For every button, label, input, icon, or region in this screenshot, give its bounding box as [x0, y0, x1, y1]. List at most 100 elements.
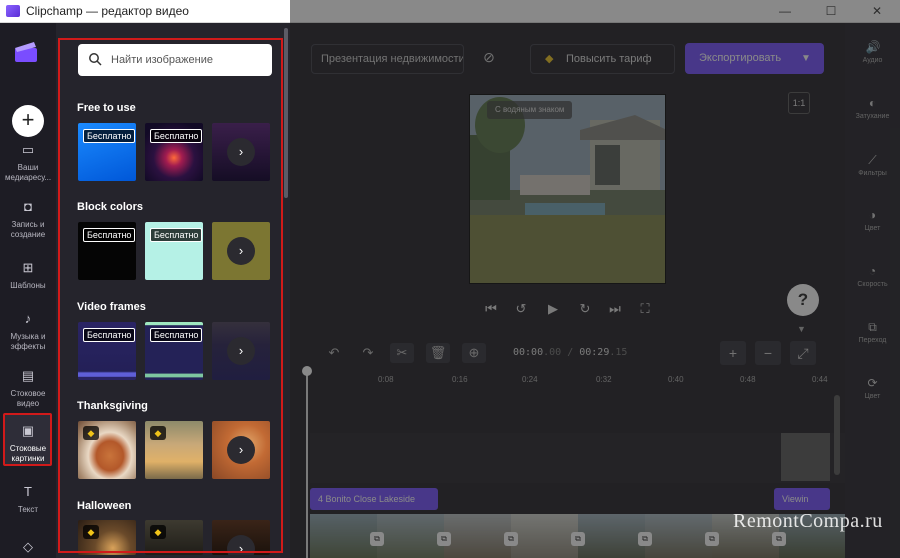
free-badge: Бесплатно: [83, 228, 136, 242]
prop-item-color-2[interactable]: ⟳ Цвет: [845, 376, 900, 400]
skip-back-icon[interactable]: ⏮: [480, 298, 502, 320]
zoom-in-button[interactable]: +: [720, 341, 746, 365]
fit-timeline-button[interactable]: ⤢: [790, 341, 816, 365]
speed-icon: ◔: [868, 264, 877, 278]
image-thumbnail[interactable]: ›: [212, 421, 270, 479]
fullscreen-icon[interactable]: ⛶: [634, 298, 656, 320]
image-thumbnail[interactable]: Бесплатно: [145, 123, 203, 181]
prop-item-audio[interactable]: 🔊 Аудио: [845, 40, 900, 64]
close-button[interactable]: ✕: [854, 0, 900, 23]
playhead[interactable]: [306, 367, 308, 558]
image-thumbnail[interactable]: Бесплатно: [78, 123, 136, 181]
image-thumbnail[interactable]: Бесплатно: [78, 222, 136, 280]
more-arrow-button[interactable]: ›: [227, 237, 255, 265]
image-thumbnail[interactable]: ›: [212, 520, 270, 555]
image-thumbnail[interactable]: Бесплатно: [145, 222, 203, 280]
prop-item-transition[interactable]: ⧉ Переход: [845, 320, 900, 344]
timeline-scrollbar[interactable]: [834, 395, 840, 475]
text-clip[interactable]: Viewin: [774, 488, 830, 510]
prop-item-filters[interactable]: ⟋ Фильтры: [845, 153, 900, 177]
section-title-block-colors: Block colors: [77, 201, 144, 213]
prop-item-label: Цвет: [864, 225, 881, 232]
play-icon[interactable]: ▶: [542, 298, 564, 320]
transition-handle-icon[interactable]: ⧉: [638, 532, 652, 546]
redo-icon[interactable]: ↷: [356, 343, 380, 363]
rail-item-text[interactable]: T Текст: [0, 485, 56, 515]
rail-item-shapes[interactable]: ◇: [0, 540, 56, 558]
project-name-field[interactable]: Презентация недвижимости: [311, 44, 464, 74]
prop-item-color[interactable]: ◑ Цвет: [845, 208, 900, 232]
more-arrow-button[interactable]: ›: [227, 535, 255, 555]
title-bar: Clipchamp — редактор видео — ☐ ✕: [0, 0, 900, 23]
window-title: Clipchamp — редактор видео: [26, 4, 189, 18]
upgrade-button[interactable]: ◆ Повысить тариф: [530, 44, 675, 74]
image-thumbnail[interactable]: ◆: [78, 520, 136, 555]
audio-icon: 🔊: [865, 40, 881, 54]
rail-item-stock-images[interactable]: ▣ Стоковые картинки: [0, 424, 56, 464]
image-thumbnail[interactable]: Бесплатно: [78, 322, 136, 380]
image-thumbnail[interactable]: Бесплатно: [145, 322, 203, 380]
image-thumbnail[interactable]: ◆: [78, 421, 136, 479]
playhead-handle[interactable]: [302, 366, 312, 376]
add-media-icon[interactable]: ⊕: [462, 343, 486, 363]
templates-icon: ⊞: [22, 260, 34, 275]
delete-icon[interactable]: 🗑: [426, 343, 450, 363]
fade-icon: ◐: [868, 96, 877, 110]
transition-handle-icon[interactable]: ⧉: [571, 532, 585, 546]
prop-item-label: Переход: [858, 337, 887, 344]
transition-handle-icon[interactable]: ⧉: [504, 532, 518, 546]
transition-handle-icon[interactable]: ⧉: [370, 532, 384, 546]
video-preview[interactable]: [469, 94, 666, 284]
add-media-button[interactable]: +: [12, 105, 44, 137]
prop-item-label: Фильтры: [858, 170, 887, 177]
prop-item-label: Скорость: [857, 281, 888, 288]
maximize-button[interactable]: ☐: [808, 0, 854, 23]
image-search-input[interactable]: Найти изображение: [78, 44, 272, 76]
time-current-ms: .00: [543, 347, 562, 358]
ruler-tick: 0:48: [740, 375, 756, 384]
transition-icon: ⧉: [868, 320, 877, 334]
clipchamp-window: Clipchamp — редактор видео — ☐ ✕ + ▭ Ваш…: [0, 0, 900, 558]
transition-handle-icon[interactable]: ⧉: [705, 532, 719, 546]
forward-5s-icon[interactable]: ↻: [574, 298, 596, 320]
transition-handle-icon[interactable]: ⧉: [437, 532, 451, 546]
image-thumbnail[interactable]: ◆: [145, 421, 203, 479]
prop-item-speed[interactable]: ◔ Скорость: [845, 264, 900, 288]
premium-diamond-icon: ◆: [150, 525, 166, 539]
clipchamp-brand-icon: [15, 42, 37, 62]
skip-forward-icon[interactable]: ⏭: [604, 298, 626, 320]
rail-item-templates[interactable]: ⊞ Шаблоны: [0, 261, 56, 291]
video-frame: [444, 514, 511, 558]
help-button[interactable]: ?: [787, 284, 819, 316]
rail-item-label: Стоковое видео: [10, 389, 46, 408]
image-thumbnail[interactable]: ›: [212, 123, 270, 181]
image-thumbnail[interactable]: ◆: [145, 520, 203, 555]
panel-scrollbar[interactable]: [284, 28, 288, 198]
prop-item-fade[interactable]: ◐ Затухание: [845, 96, 900, 120]
text-clip[interactable]: 4 Bonito Close Lakeside: [310, 488, 438, 510]
undo-icon[interactable]: ↶: [322, 343, 346, 363]
camera-off-icon[interactable]: ⊘: [478, 46, 500, 68]
rail-item-record-create[interactable]: ◘ Запись и создание: [0, 200, 56, 240]
rail-item-stock-video[interactable]: ▤ Стоковое видео: [0, 369, 56, 409]
rewind-5s-icon[interactable]: ↺: [510, 298, 532, 320]
free-badge: Бесплатно: [150, 129, 203, 143]
image-thumbnail[interactable]: ›: [212, 322, 270, 380]
more-arrow-button[interactable]: ›: [227, 138, 255, 166]
premium-diamond-icon: ◆: [83, 525, 99, 539]
rail-item-music-effects[interactable]: ♪ Музыка и эффекты: [0, 312, 56, 352]
timeline-clip[interactable]: [781, 433, 830, 481]
minimize-button[interactable]: —: [762, 0, 808, 23]
timeline-track[interactable]: [310, 433, 845, 483]
image-thumbnail[interactable]: ›: [212, 222, 270, 280]
filters-icon: ⟋: [868, 153, 877, 167]
rail-item-your-media[interactable]: ▭ Ваши медиаресу...: [0, 143, 56, 183]
zoom-out-button[interactable]: −: [755, 341, 781, 365]
more-arrow-button[interactable]: ›: [227, 436, 255, 464]
transition-handle-icon[interactable]: ⧉: [772, 532, 786, 546]
export-button[interactable]: Экспортировать ▼: [685, 43, 824, 74]
free-badge: Бесплатно: [150, 328, 203, 342]
more-arrow-button[interactable]: ›: [227, 337, 255, 365]
split-icon[interactable]: ✂: [390, 343, 414, 363]
aspect-ratio-button[interactable]: 1:1: [788, 92, 810, 114]
